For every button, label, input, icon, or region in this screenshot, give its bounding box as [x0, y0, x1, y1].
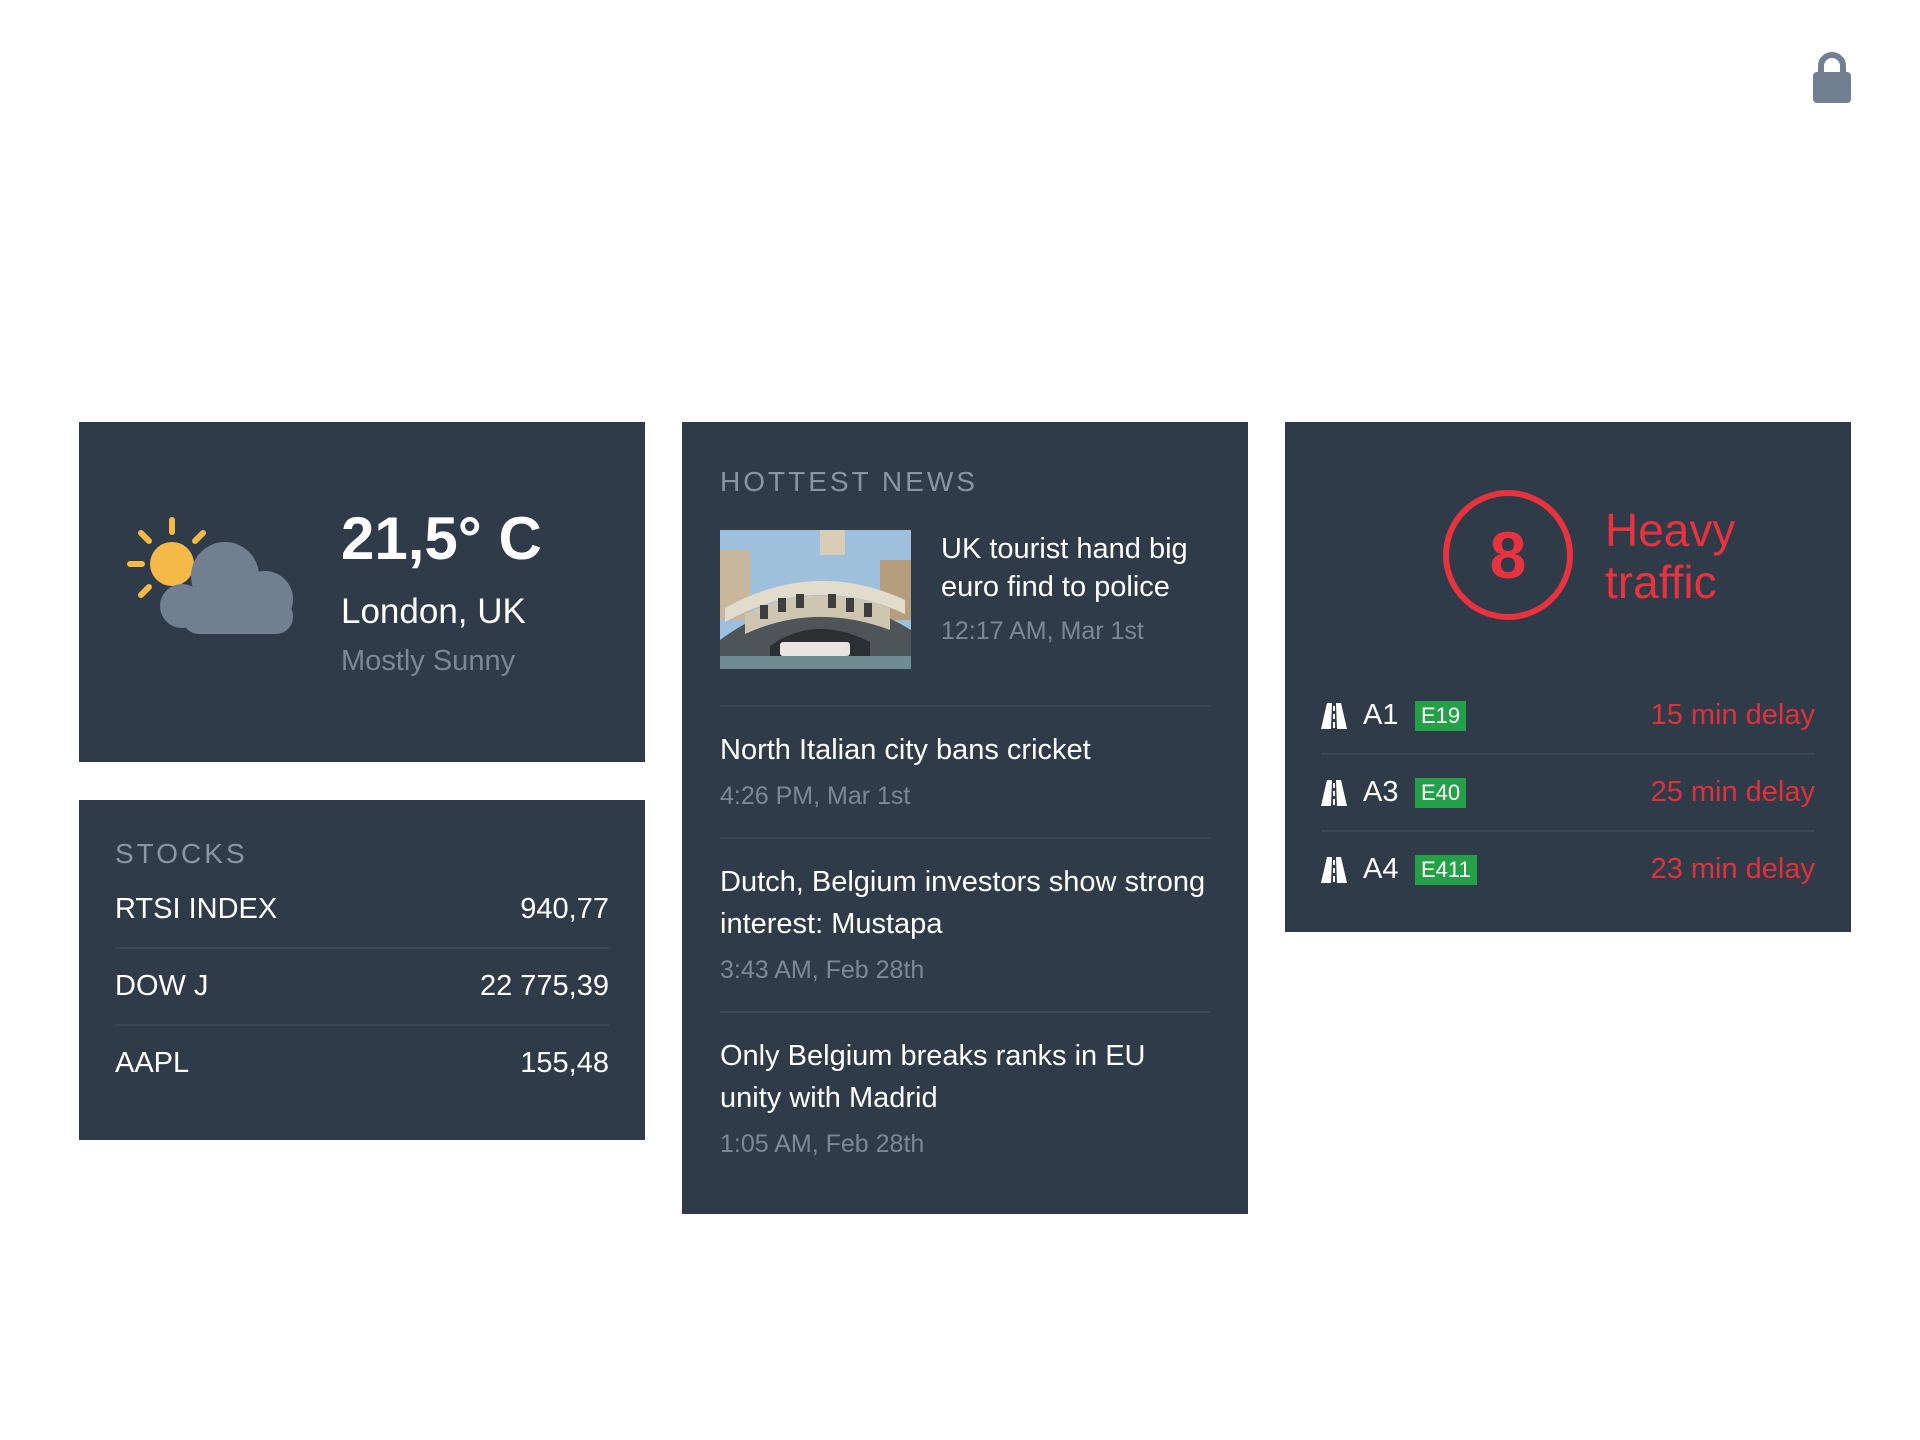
news-timestamp: 1:05 AM, Feb 28th	[720, 1130, 925, 1158]
road-icon	[1321, 856, 1347, 883]
news-card[interactable]: HOTTEST NEWS UK tourist hand big euro fi…	[682, 422, 1248, 1214]
news-headline[interactable]: UK tourist hand big euro find to police	[941, 530, 1210, 606]
road-row[interactable]: A3 E40 25 min delay	[1321, 755, 1815, 832]
news-item[interactable]: Dutch, Belgium investors show strong int…	[720, 839, 1210, 1013]
delay-text: 23 min delay	[1650, 853, 1815, 885]
road-name: A1	[1363, 699, 1399, 731]
traffic-card[interactable]: 8 Heavy traffic A1 E19 15 min delay A3 E…	[1285, 422, 1851, 932]
delay-text: 25 min delay	[1650, 776, 1815, 808]
news-item[interactable]: Only Belgium breaks ranks in EU unity wi…	[720, 1013, 1210, 1185]
weather-card[interactable]: 21,5° C London, UK Mostly Sunny	[79, 422, 645, 762]
stocks-card[interactable]: STOCKS RTSI INDEX 940,77 DOW J 22 775,39…	[79, 800, 645, 1140]
stock-name: RTSI INDEX	[115, 893, 278, 925]
weather-condition: Mostly Sunny	[341, 645, 516, 677]
temperature: 21,5° C	[341, 505, 542, 572]
news-headline[interactable]: North Italian city bans cricket	[720, 729, 1210, 771]
partly-sunny-icon	[127, 517, 293, 634]
road-name: A4	[1363, 853, 1399, 885]
traffic-status: Heavy traffic	[1605, 504, 1736, 608]
lock-icon[interactable]	[1812, 52, 1852, 104]
road-icon	[1321, 779, 1347, 806]
news-photo	[720, 530, 911, 669]
city-name: London, UK	[341, 592, 526, 631]
news-headline[interactable]: Dutch, Belgium investors show strong int…	[720, 861, 1210, 945]
delay-text: 15 min delay	[1650, 699, 1815, 731]
news-item[interactable]: North Italian city bans cricket 4:26 PM,…	[720, 707, 1210, 839]
stocks-title: STOCKS	[115, 838, 248, 869]
stock-row[interactable]: DOW J 22 775,39	[115, 949, 609, 1026]
road-name: A3	[1363, 776, 1399, 808]
road-row[interactable]: A4 E411 23 min delay	[1321, 832, 1815, 907]
stock-row[interactable]: RTSI INDEX 940,77	[115, 872, 609, 949]
traffic-level-badge: 8	[1443, 490, 1573, 620]
route-badge: E19	[1415, 700, 1467, 731]
news-headline[interactable]: Only Belgium breaks ranks in EU unity wi…	[720, 1035, 1210, 1119]
route-badge: E40	[1415, 777, 1467, 808]
news-item-featured[interactable]: UK tourist hand big euro find to police …	[720, 530, 1210, 707]
route-badge: E411	[1415, 854, 1477, 885]
road-row[interactable]: A1 E19 15 min delay	[1321, 678, 1815, 755]
news-timestamp: 12:17 AM, Mar 1st	[941, 617, 1144, 645]
news-timestamp: 3:43 AM, Feb 28th	[720, 956, 925, 984]
news-title: HOTTEST NEWS	[720, 466, 978, 497]
stock-value: 940,77	[520, 893, 609, 925]
stock-row[interactable]: AAPL 155,48	[115, 1026, 609, 1101]
news-timestamp: 4:26 PM, Mar 1st	[720, 782, 911, 810]
stock-value: 155,48	[520, 1047, 609, 1079]
stock-name: DOW J	[115, 970, 209, 1002]
stock-value: 22 775,39	[479, 970, 609, 1002]
stock-name: AAPL	[115, 1047, 190, 1079]
road-icon	[1321, 702, 1347, 729]
